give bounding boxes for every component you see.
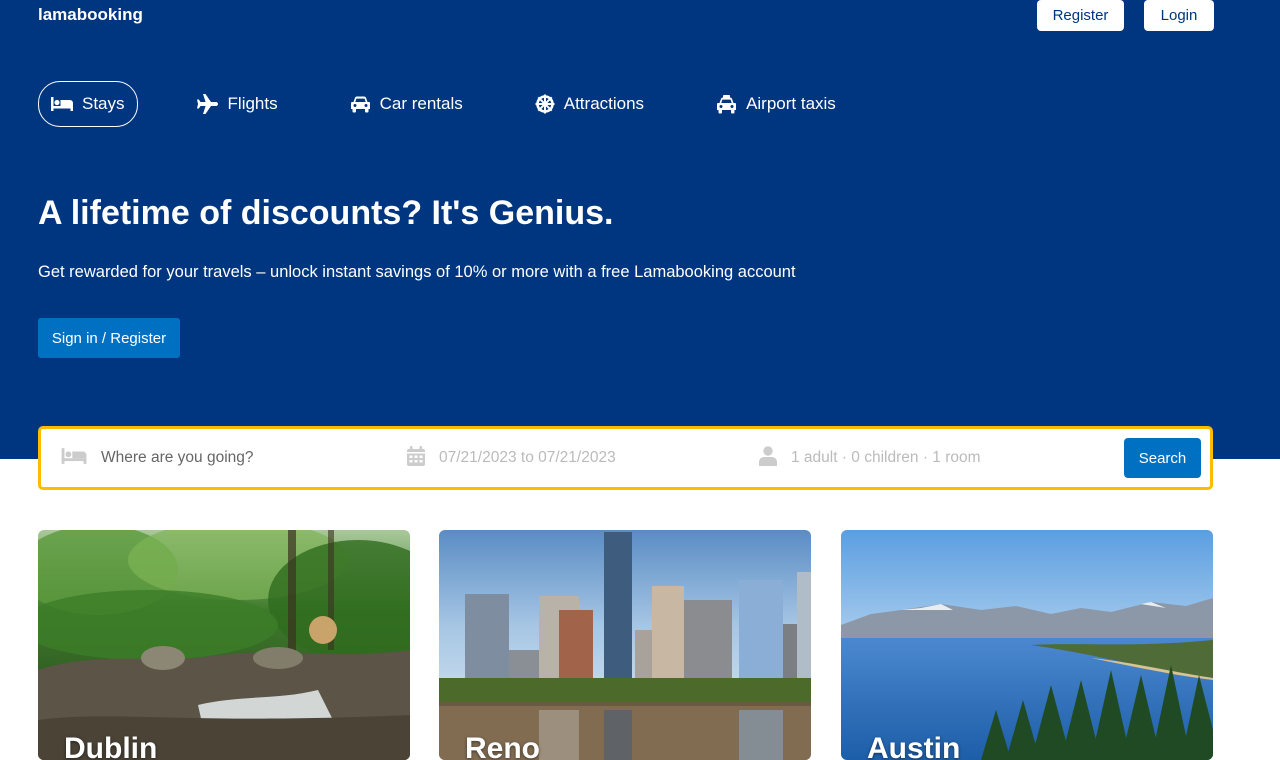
featured-card[interactable]: Austin — [841, 530, 1213, 760]
hero-description: Get rewarded for your travels – unlock i… — [38, 263, 796, 281]
tab-label: Attractions — [563, 94, 645, 113]
tab-label: Airport taxis — [746, 94, 836, 113]
login-button[interactable]: Login — [1144, 0, 1214, 31]
forest-waterfall-image — [38, 530, 410, 760]
sign-in-register-button[interactable]: Sign in / Register — [38, 318, 180, 358]
bed-icon — [61, 447, 87, 470]
lake-mountains-image — [841, 530, 1213, 760]
city-skyline-image — [439, 530, 811, 760]
car-icon — [350, 96, 371, 113]
register-button[interactable]: Register — [1037, 0, 1124, 31]
bed-icon — [51, 96, 73, 112]
featured-card[interactable]: Reno — [439, 530, 811, 760]
logo[interactable]: lamabooking — [38, 5, 143, 25]
tab-flights[interactable]: Flights — [184, 81, 291, 127]
date-range-field[interactable]: 07/21/2023 to 07/21/2023 — [407, 429, 616, 487]
destination-field[interactable] — [61, 429, 361, 487]
header: lamabooking Register Login Stays Flights… — [0, 0, 1280, 459]
card-title: Reno — [465, 732, 540, 760]
search-button[interactable]: Search — [1124, 438, 1201, 478]
card-title: Dublin — [64, 732, 158, 760]
search-bar: 07/21/2023 to 07/21/2023 1 adult · 0 chi… — [38, 426, 1213, 490]
tab-car-rentals[interactable]: Car rentals — [337, 81, 476, 127]
guests-rooms-text: 1 adult · 0 children · 1 room — [791, 449, 981, 466]
tab-label: Stays — [82, 94, 125, 113]
tab-stays[interactable]: Stays — [38, 81, 138, 127]
tab-label: Car rentals — [379, 94, 463, 113]
calendar-icon — [407, 445, 425, 471]
destination-input[interactable] — [101, 449, 361, 467]
plane-icon — [196, 94, 219, 114]
tab-airport-taxis[interactable]: Airport taxis — [703, 81, 849, 127]
taxi-icon — [716, 94, 737, 114]
card-title: Austin — [867, 732, 961, 760]
tab-label: Flights — [227, 94, 278, 113]
guests-rooms-field[interactable]: 1 adult · 0 children · 1 room — [759, 429, 981, 487]
featured-destinations: Dublin Reno Austin — [38, 530, 1213, 760]
hero-title: A lifetime of discounts? It's Genius. — [38, 194, 614, 232]
category-tabs: Stays Flights Car rentals Attractions Ai… — [38, 81, 895, 127]
person-icon — [759, 445, 777, 471]
featured-card[interactable]: Dublin — [38, 530, 410, 760]
date-range-text: 07/21/2023 to 07/21/2023 — [439, 449, 616, 466]
tab-attractions[interactable]: Attractions — [522, 81, 657, 127]
attraction-icon — [535, 94, 555, 114]
